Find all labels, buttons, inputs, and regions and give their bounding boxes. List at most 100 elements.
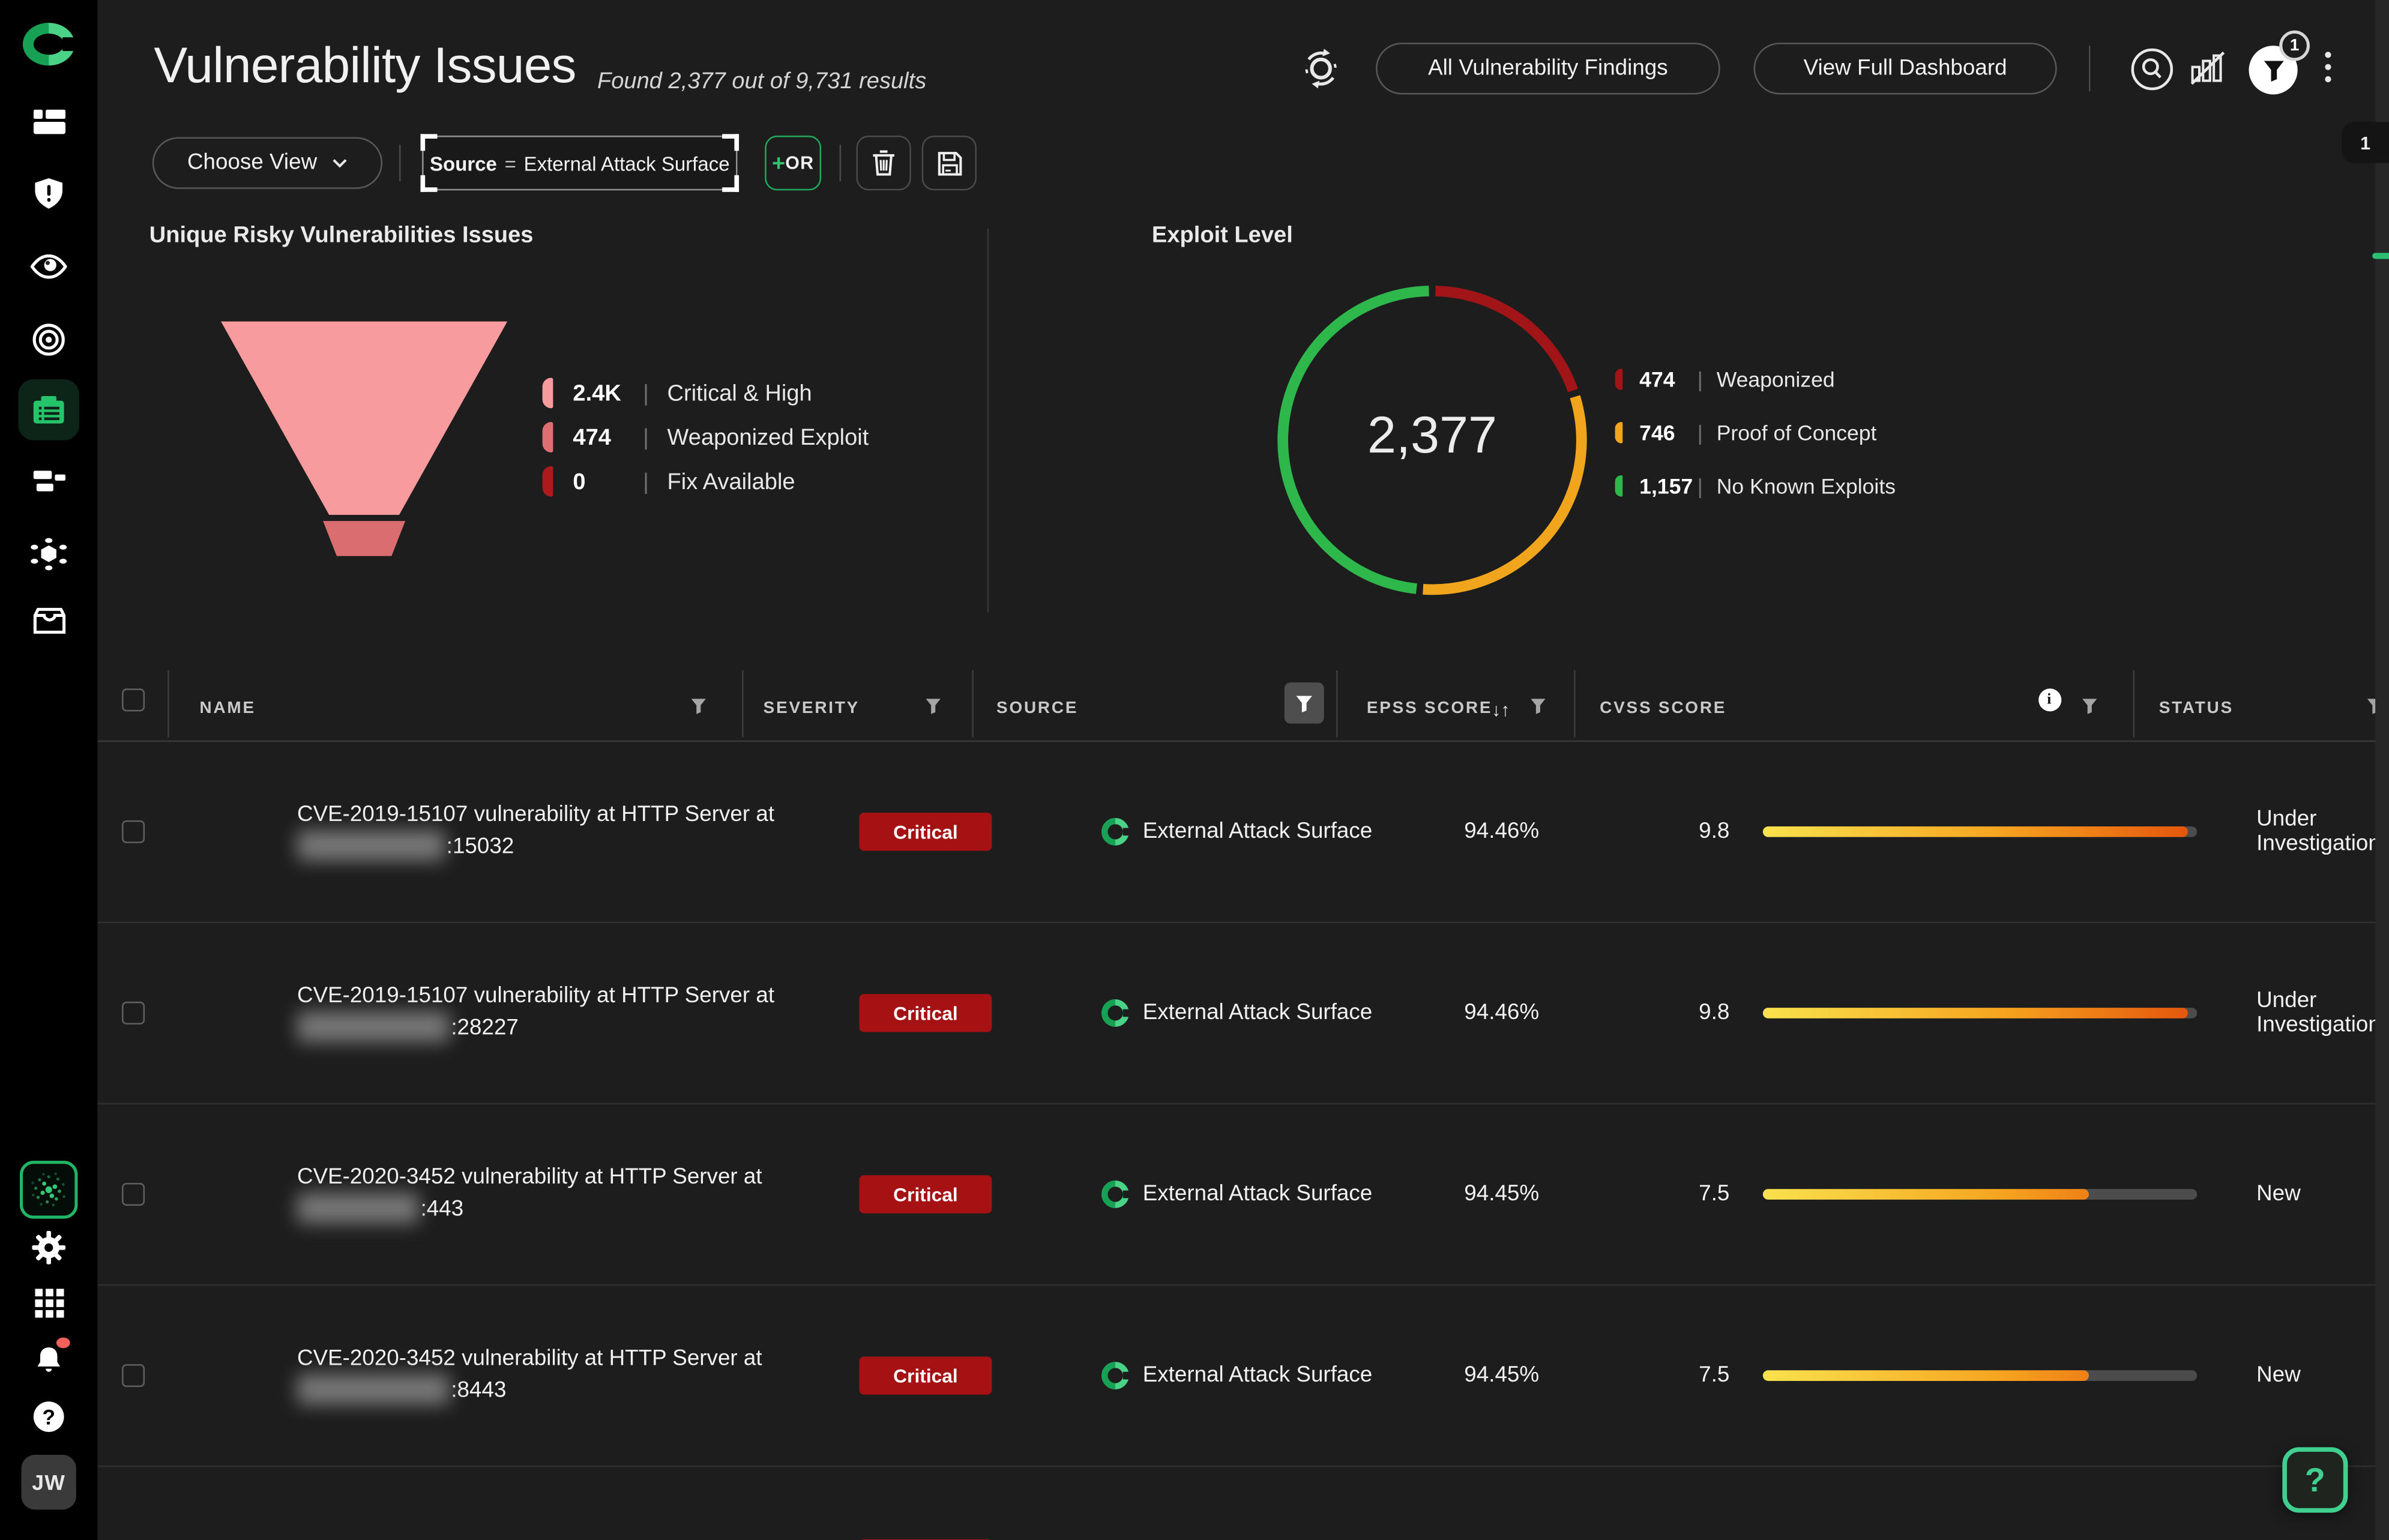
- shield-alert-icon: [34, 178, 64, 209]
- severity-badge: Critical: [860, 994, 992, 1032]
- side-panel-tab[interactable]: 1: [2342, 122, 2389, 163]
- cvss-bar: [1763, 826, 2197, 837]
- sort-icon[interactable]: ↓↑: [1492, 699, 1510, 721]
- toggle-charts-button[interactable]: [2189, 50, 2226, 87]
- column-header-epss[interactable]: EPSS SCORE: [1367, 699, 1492, 717]
- redacted-ip: [297, 1011, 450, 1042]
- header-divider: [2089, 46, 2091, 91]
- all-vulnerability-findings-button[interactable]: All Vulnerability Findings: [1376, 43, 1720, 94]
- column-header-status[interactable]: STATUS: [2159, 699, 2234, 717]
- save-floppy-icon: [936, 150, 962, 176]
- table-row[interactable]: CVE-2020-3452 vulnerability at HTTP Serv…: [97, 1467, 2389, 1540]
- results-count: Found 2,377 out of 9,731 results: [597, 68, 926, 94]
- port: :15032: [447, 835, 514, 859]
- donut-legend: 474|Weaponized 746|Proof of Concept 1,15…: [1615, 362, 1896, 513]
- bracket: [421, 134, 438, 151]
- filter-icon[interactable]: [1529, 698, 1546, 715]
- filter-icon: [1295, 694, 1313, 712]
- column-header-severity[interactable]: SEVERITY: [764, 699, 860, 717]
- virus-icon: [31, 538, 67, 571]
- scrollbar-track[interactable]: [2375, 0, 2389, 1540]
- legend-marker: [1615, 475, 1623, 497]
- info-icon[interactable]: i: [2038, 688, 2061, 711]
- trash-icon: [872, 149, 896, 177]
- sidebar-item-scan-activity[interactable]: [20, 1161, 77, 1218]
- vulnerability-name[interactable]: CVE-2020-3452 vulnerability at HTTP Serv…: [297, 1164, 762, 1225]
- vulnerability-name[interactable]: CVE-2019-15107 vulnerability at HTTP Ser…: [297, 982, 774, 1044]
- apps-grid-icon: [34, 1289, 63, 1317]
- legend-marker: [543, 377, 553, 408]
- legend-marker: [543, 466, 553, 497]
- cvss-bar-fill: [1763, 1008, 2189, 1018]
- source-label: External Attack Surface: [1143, 820, 1373, 844]
- sidebar-item-inventory[interactable]: [0, 608, 97, 636]
- help-floating-button[interactable]: ?: [2282, 1447, 2348, 1512]
- search-icon: [2130, 47, 2175, 92]
- column-header-source[interactable]: SOURCE: [996, 699, 1078, 717]
- table-row[interactable]: CVE-2020-3452 vulnerability at HTTP Serv…: [97, 1104, 2389, 1286]
- sidebar-item-risk[interactable]: [0, 178, 97, 209]
- cvss-bar: [1763, 1189, 2197, 1200]
- sidebar-item-apps[interactable]: [0, 1289, 97, 1317]
- sidebar-item-targets[interactable]: [0, 323, 97, 356]
- table-row[interactable]: CVE-2020-3452 vulnerability at HTTP Serv…: [97, 1286, 2389, 1467]
- sidebar-item-visibility[interactable]: [0, 253, 97, 280]
- user-avatar[interactable]: JW: [22, 1455, 76, 1509]
- filter-count-badge: 1: [2279, 31, 2310, 61]
- legend-item: 474|Weaponized: [1615, 362, 1896, 396]
- vulnerability-name[interactable]: CVE-2020-3452 vulnerability at HTTP Serv…: [297, 1345, 762, 1406]
- filter-icon[interactable]: [690, 698, 707, 715]
- add-or-filter-button[interactable]: +OR: [765, 136, 821, 190]
- choose-view-dropdown[interactable]: Choose View: [152, 137, 382, 188]
- more-options-button[interactable]: [2325, 52, 2331, 82]
- chip-field: Source: [430, 152, 497, 175]
- pentera-logo-icon[interactable]: [0, 22, 97, 67]
- column-separator: [1574, 670, 1576, 738]
- exploit-panel-title: Exploit Level: [1152, 223, 1293, 248]
- cvss-bar-fill: [1763, 826, 2189, 837]
- column-header-cvss[interactable]: CVSS SCORE: [1600, 699, 1726, 717]
- refresh-button[interactable]: [1298, 46, 1344, 91]
- epss-score: 94.45%: [1464, 1182, 1539, 1207]
- sidebar-item-settings[interactable]: [0, 1231, 97, 1265]
- bracket: [722, 175, 739, 192]
- row-checkbox[interactable]: [122, 820, 145, 843]
- scan-spinner-icon: [29, 1170, 68, 1209]
- epss-score: 94.46%: [1464, 820, 1539, 844]
- layers-icon: [32, 468, 65, 495]
- delete-filters-button[interactable]: [857, 136, 911, 190]
- sidebar-item-notifications[interactable]: [0, 1344, 97, 1383]
- status-label: New: [2256, 1182, 2301, 1207]
- legend-item: 2.4K|Critical & High: [543, 376, 869, 410]
- column-separator: [2133, 670, 2135, 738]
- severity-badge: Critical: [860, 1356, 992, 1394]
- row-checkbox[interactable]: [122, 1002, 145, 1024]
- inventory-tray-icon: [31, 608, 66, 636]
- funnel-legend: 2.4K|Critical & High 474|Weaponized Expl…: [543, 376, 869, 509]
- or-label: OR: [785, 152, 814, 174]
- sidebar-item-dashboard[interactable]: [0, 107, 97, 137]
- search-button[interactable]: [2130, 47, 2175, 92]
- select-all-checkbox[interactable]: [122, 688, 145, 711]
- source-filter-active-button[interactable]: [1285, 682, 1324, 724]
- sidebar-item-attack-vectors[interactable]: [0, 538, 97, 571]
- row-checkbox[interactable]: [122, 1183, 145, 1206]
- legend-item: 746|Proof of Concept: [1615, 416, 1896, 450]
- table-row[interactable]: CVE-2019-15107 vulnerability at HTTP Ser…: [97, 923, 2389, 1104]
- sidebar-item-assets[interactable]: [0, 468, 97, 495]
- filter-icon[interactable]: [2081, 698, 2098, 715]
- row-checkbox[interactable]: [122, 1364, 145, 1387]
- view-full-dashboard-button[interactable]: View Full Dashboard: [1754, 43, 2057, 94]
- filter-chip-source[interactable]: Source = External Attack Surface: [422, 136, 737, 190]
- save-view-button[interactable]: [922, 136, 977, 190]
- sidebar-item-findings-active[interactable]: [18, 379, 79, 441]
- table-row[interactable]: CVE-2019-15107 vulnerability at HTTP Ser…: [97, 742, 2389, 923]
- filter-icon[interactable]: [925, 698, 942, 715]
- column-header-name[interactable]: NAME: [200, 699, 256, 717]
- severity-badge: Critical: [860, 813, 992, 850]
- sidebar-item-help[interactable]: ?: [0, 1401, 97, 1432]
- port: :443: [421, 1197, 464, 1222]
- funnel-chart: [213, 312, 518, 564]
- legend-marker: [1615, 368, 1623, 390]
- vulnerability-name[interactable]: CVE-2019-15107 vulnerability at HTTP Ser…: [297, 801, 774, 862]
